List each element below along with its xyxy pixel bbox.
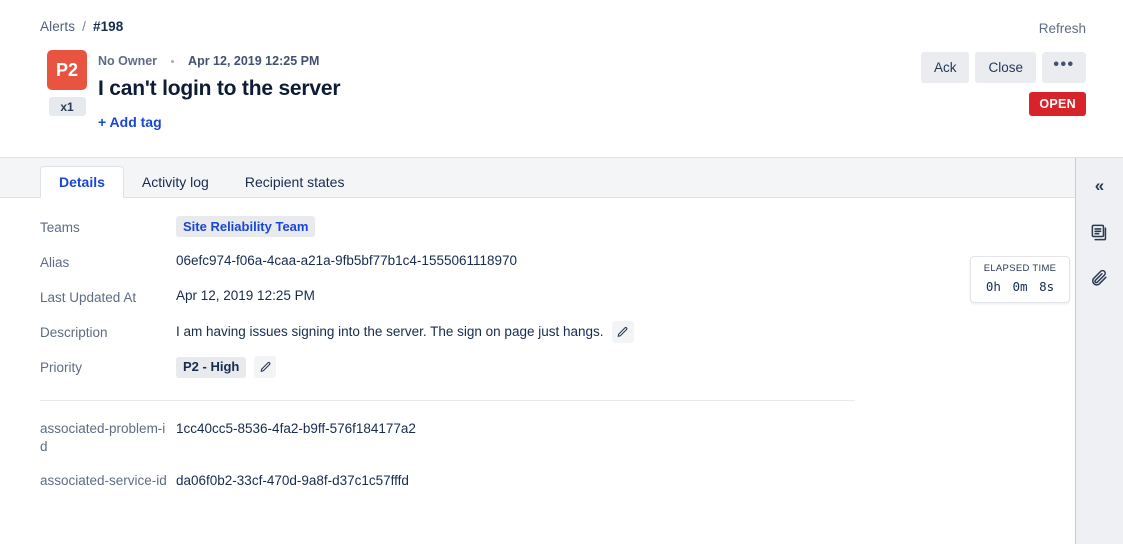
right-sidebar: « [1075,158,1123,544]
refresh-button[interactable]: Refresh [1039,21,1086,36]
custom-fields-list: associated-problem-id 1cc40cc5-8536-4fa2… [40,420,940,506]
detail-row-description: Description I am having issues signing i… [40,321,940,343]
detail-row-teams: Teams Site Reliability Team [40,216,940,238]
alert-created-time: Apr 12, 2019 12:25 PM [188,54,320,68]
page-title: I can't login to the server [98,77,341,100]
details-panel: Teams Site Reliability Team Alias 06efc9… [0,198,1123,543]
detail-value-teams: Site Reliability Team [176,216,316,237]
team-chip[interactable]: Site Reliability Team [176,216,316,237]
elapsed-time-label: ELAPSED TIME [983,263,1057,274]
detail-label-priority: Priority [40,360,83,375]
detail-value-last-updated: Apr 12, 2019 12:25 PM [176,288,315,303]
priority-block: P2 x1 [37,50,97,116]
custom-field-label: associated-service-id [40,473,167,488]
description-text: I am having issues signing into the serv… [176,324,604,339]
collapse-sidebar-icon[interactable]: « [1086,172,1114,200]
breadcrumb-root[interactable]: Alerts [40,19,75,34]
breadcrumb-current: #198 [92,19,124,34]
detail-label-teams: Teams [40,220,80,235]
close-button[interactable]: Close [975,52,1036,83]
meta-dot-separator [171,59,175,63]
alert-detail-page: Alerts / #198 Refresh P2 x1 No Owner Apr 1… [0,0,1123,544]
elapsed-minutes: 0m [1012,279,1028,294]
elapsed-hours: 0h [985,279,1001,294]
title-block: No Owner Apr 12, 2019 12:25 PM I can't l… [98,52,341,130]
elapsed-time-value: 0h 0m 8s [971,279,1069,294]
status-badge: OPEN [1029,92,1086,116]
detail-value-priority: P2 - High [176,356,277,378]
detail-label-alias: Alias [40,255,70,270]
detail-row-priority: Priority P2 - High [40,356,940,378]
elapsed-time-card: ELAPSED TIME 0h 0m 8s [970,256,1070,303]
detail-value-description: I am having issues signing into the serv… [176,321,634,343]
notes-icon[interactable] [1086,218,1114,246]
page-header: Alerts / #198 Refresh P2 x1 No Owner Apr 1… [0,0,1123,158]
alert-count-chip: x1 [48,97,86,116]
detail-value-alias: 06efc974-f06a-4caa-a21a-9fb5bf77b1c4-155… [176,253,518,268]
detail-label-last-updated: Last Updated At [40,290,137,305]
edit-priority-pencil-icon[interactable] [254,356,277,378]
custom-field-label: associated-problem-id [40,421,166,454]
priority-chip: P2 - High [176,356,247,378]
custom-field-value: 1cc40cc5-8536-4fa2-b9ff-576f184177a2 [176,421,416,436]
breadcrumb-separator: / [82,19,86,34]
detail-label-description: Description [40,325,108,340]
tab-details[interactable]: Details [40,166,124,198]
tab-activity-log[interactable]: Activity log [124,166,227,198]
more-options-button[interactable]: ••• [1042,52,1086,83]
detail-row-last-updated: Last Updated At Apr 12, 2019 12:25 PM [40,286,940,308]
edit-description-pencil-icon[interactable] [611,321,634,343]
alert-owner: No Owner [98,54,158,68]
detail-row-alias: Alias 06efc974-f06a-4caa-a21a-9fb5bf77b1… [40,251,940,273]
header-actions: Ack Close ••• [920,52,1086,83]
tab-bar: Details Activity log Recipient states [0,158,1123,198]
details-list: Teams Site Reliability Team Alias 06efc9… [40,216,940,391]
custom-field-value: da06f0b2-33cf-470d-9a8f-d37c1c57fffd [176,473,409,488]
elapsed-seconds: 8s [1039,279,1055,294]
custom-field-row: associated-problem-id 1cc40cc5-8536-4fa2… [40,420,940,456]
ack-button[interactable]: Ack [920,52,970,83]
attachment-paperclip-icon[interactable] [1086,264,1114,292]
section-divider [40,400,855,401]
add-tag-button[interactable]: + Add tag [98,114,340,130]
breadcrumb: Alerts / #198 [40,19,123,34]
custom-field-row: associated-service-id da06f0b2-33cf-470d… [40,472,940,490]
tab-recipient-states[interactable]: Recipient states [227,166,363,198]
alert-meta: No Owner Apr 12, 2019 12:25 PM [98,52,340,70]
priority-badge: P2 [47,50,87,90]
